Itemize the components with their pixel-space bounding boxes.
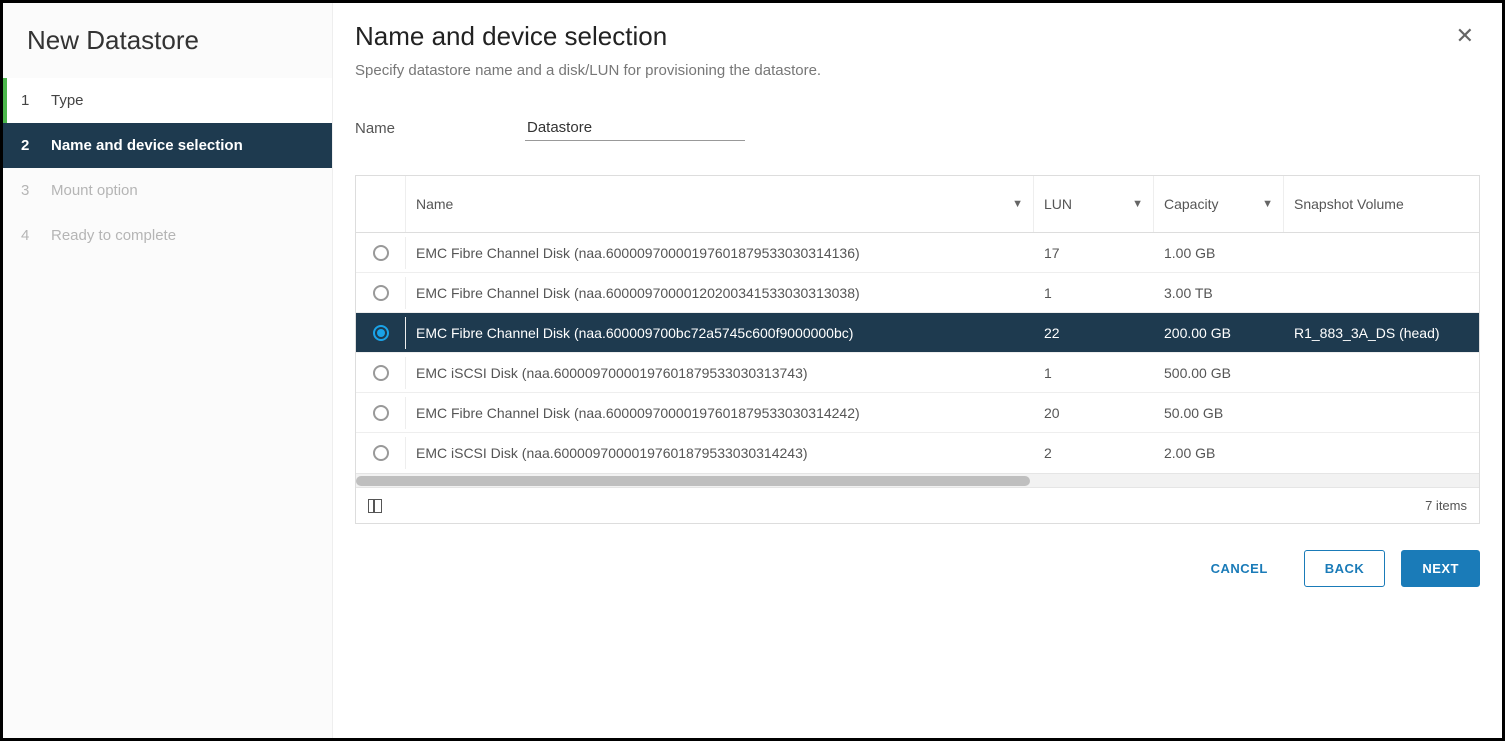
wizard-sidebar: New Datastore 1 Type 2 Name and device sele… <box>3 3 333 738</box>
radio-icon[interactable] <box>373 245 389 261</box>
row-radio-cell[interactable] <box>356 237 406 269</box>
row-capacity: 200.00 GB <box>1154 317 1284 349</box>
filter-icon[interactable]: ▼ <box>1262 198 1273 210</box>
main-panel: Name and device selection ✕ Specify data… <box>333 3 1502 738</box>
step-label: Ready to complete <box>51 227 176 244</box>
table-row[interactable]: EMC Fibre Channel Disk (naa.600009700001… <box>356 273 1479 313</box>
radio-icon[interactable] <box>373 445 389 461</box>
row-lun: 17 <box>1034 237 1154 269</box>
radio-icon[interactable] <box>373 405 389 421</box>
table-row[interactable]: EMC Fibre Channel Disk (naa.600009700001… <box>356 233 1479 273</box>
row-capacity: 3.00 TB <box>1154 277 1284 309</box>
radio-icon[interactable] <box>373 325 389 341</box>
table-row[interactable]: EMC iSCSI Disk (naa.60000970000197601879… <box>356 433 1479 473</box>
row-name: EMC Fibre Channel Disk (naa.600009700001… <box>406 397 1034 429</box>
table-row[interactable]: EMC iSCSI Disk (naa.60000970000197601879… <box>356 353 1479 393</box>
col-header-select <box>356 176 406 232</box>
row-snapshot <box>1284 285 1479 301</box>
table-body: EMC Fibre Channel Disk (naa.600009700001… <box>356 233 1479 473</box>
col-header-lun[interactable]: LUN ▼ <box>1034 176 1154 232</box>
row-lun: 2 <box>1034 437 1154 469</box>
step-number: 4 <box>21 227 43 244</box>
step-number: 1 <box>21 92 43 109</box>
datastore-name-row: Name <box>355 115 1480 141</box>
row-lun: 20 <box>1034 397 1154 429</box>
col-header-name-label: Name <box>416 196 453 212</box>
next-button[interactable]: NEXT <box>1401 550 1480 587</box>
col-header-capacity[interactable]: Capacity ▼ <box>1154 176 1284 232</box>
scroll-thumb[interactable] <box>356 476 1030 486</box>
col-header-snapshot-label: Snapshot Volume <box>1294 196 1404 212</box>
wizard-step[interactable]: 2 Name and device selection <box>3 123 332 168</box>
dialog-footer: CANCEL BACK NEXT <box>355 524 1480 587</box>
name-label: Name <box>355 120 525 137</box>
row-snapshot <box>1284 365 1479 381</box>
row-lun: 1 <box>1034 357 1154 389</box>
wizard-steps: 1 Type 2 Name and device selection 3 Mount op… <box>3 78 332 258</box>
col-header-lun-label: LUN <box>1044 196 1072 212</box>
step-label: Name and device selection <box>51 137 243 154</box>
filter-icon[interactable]: ▼ <box>1132 198 1143 210</box>
row-name: EMC Fibre Channel Disk (naa.600009700bc7… <box>406 317 1034 349</box>
row-radio-cell[interactable] <box>356 357 406 389</box>
dialog-body: New Datastore 1Type2Name and device sele… <box>3 3 1502 738</box>
row-name: EMC iSCSI Disk (naa.60000970000197601879… <box>406 357 1034 389</box>
row-lun: 22 <box>1034 317 1154 349</box>
row-name: EMC Fibre Channel Disk (naa.600009700001… <box>406 237 1034 269</box>
row-capacity: 2.00 GB <box>1154 437 1284 469</box>
row-capacity: 50.00 GB <box>1154 397 1284 429</box>
row-radio-cell[interactable] <box>356 437 406 469</box>
row-name: EMC iSCSI Disk (naa.60000970000197601879… <box>406 437 1034 469</box>
row-snapshot <box>1284 445 1479 461</box>
filter-icon[interactable]: ▼ <box>1012 198 1023 210</box>
row-radio-cell[interactable] <box>356 317 406 349</box>
row-lun: 1 <box>1034 277 1154 309</box>
table-row[interactable]: EMC Fibre Channel Disk (naa.600009700bc7… <box>356 313 1479 353</box>
device-table: Name ▼ LUN ▼ Capacity ▼ Snapshot Volume <box>355 175 1480 524</box>
back-button[interactable]: BACK <box>1304 550 1386 587</box>
main-header: Name and device selection ✕ <box>355 21 1480 52</box>
new-datastore-dialog: New Datastore 1Type2Name and device sele… <box>0 0 1505 741</box>
col-header-snapshot[interactable]: Snapshot Volume <box>1284 176 1479 232</box>
datastore-name-input[interactable] <box>525 115 745 141</box>
row-name: EMC Fibre Channel Disk (naa.600009700001… <box>406 277 1034 309</box>
page-title: Name and device selection <box>355 21 667 52</box>
wizard-step[interactable]: 1 Type <box>3 78 332 123</box>
step-label: Type <box>51 92 84 109</box>
radio-icon[interactable] <box>373 285 389 301</box>
row-snapshot <box>1284 405 1479 421</box>
col-header-capacity-label: Capacity <box>1164 196 1218 212</box>
table-row[interactable]: EMC Fibre Channel Disk (naa.600009700001… <box>356 393 1479 433</box>
row-capacity: 1.00 GB <box>1154 237 1284 269</box>
horizontal-scrollbar[interactable] <box>356 473 1479 487</box>
radio-icon[interactable] <box>373 365 389 381</box>
wizard-step: 3 Mount option <box>3 168 332 213</box>
row-snapshot <box>1284 245 1479 261</box>
row-radio-cell[interactable] <box>356 397 406 429</box>
step-label: Mount option <box>51 182 138 199</box>
column-picker-icon[interactable] <box>368 499 382 513</box>
col-header-name[interactable]: Name ▼ <box>406 176 1034 232</box>
row-radio-cell[interactable] <box>356 277 406 309</box>
row-snapshot: R1_883_3A_DS (head) <box>1284 317 1479 349</box>
wizard-title: New Datastore <box>3 3 332 78</box>
table-header-row: Name ▼ LUN ▼ Capacity ▼ Snapshot Volume <box>356 176 1479 233</box>
table-footer: 7 items <box>356 487 1479 523</box>
item-count: 7 items <box>1425 498 1467 513</box>
row-capacity: 500.00 GB <box>1154 357 1284 389</box>
cancel-button[interactable]: CANCEL <box>1191 551 1288 586</box>
page-subtitle: Specify datastore name and a disk/LUN fo… <box>355 62 1480 79</box>
close-icon[interactable]: ✕ <box>1450 21 1480 51</box>
step-number: 2 <box>21 137 43 154</box>
wizard-step: 4 Ready to complete <box>3 213 332 258</box>
step-number: 3 <box>21 182 43 199</box>
